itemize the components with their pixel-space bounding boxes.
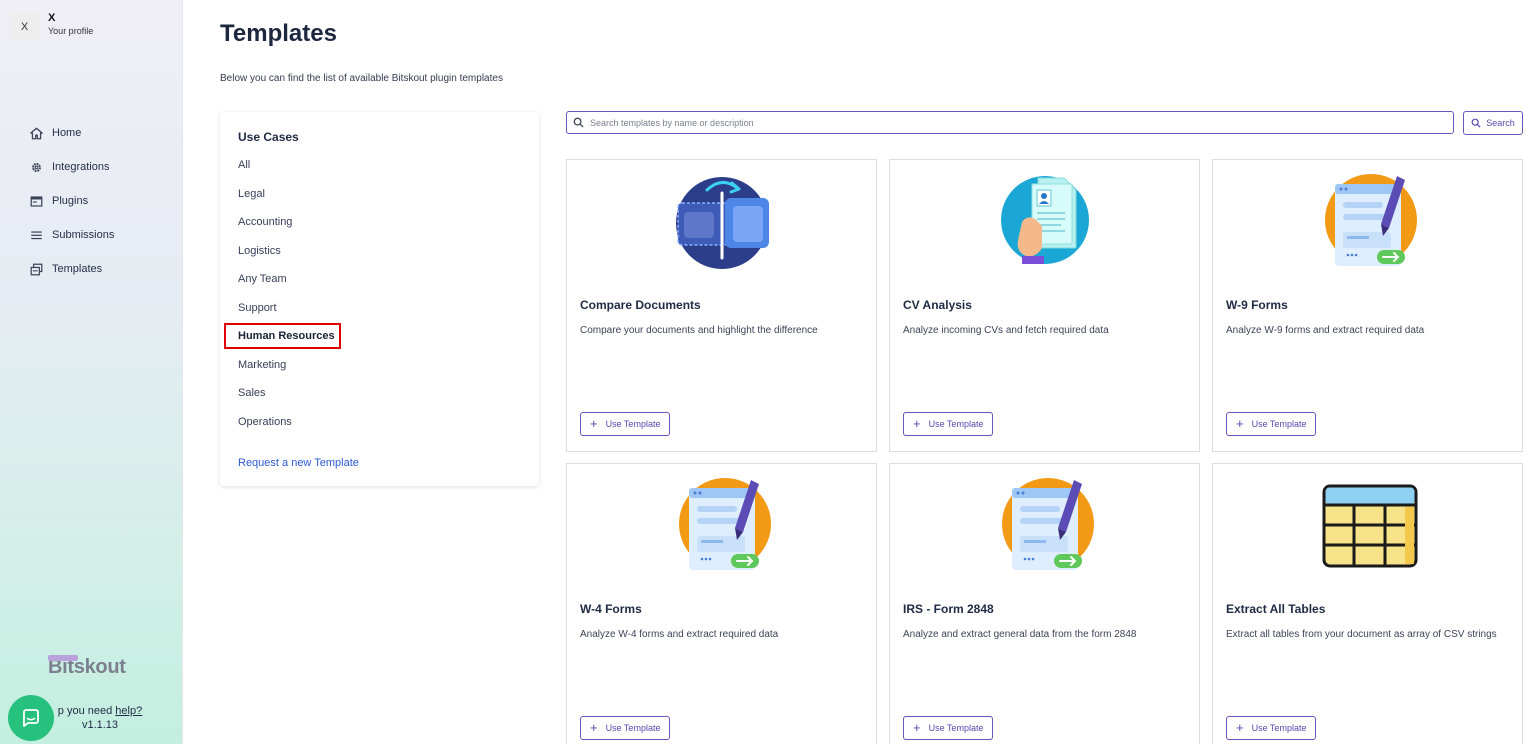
sidebar-item-label: Submissions bbox=[52, 229, 115, 241]
template-description: Compare your documents and highlight the… bbox=[580, 325, 818, 336]
help-link[interactable]: help? bbox=[115, 705, 142, 717]
sidebar-item-label: Home bbox=[52, 127, 82, 139]
search-button-label: Search bbox=[1486, 118, 1515, 128]
home-icon bbox=[29, 126, 43, 140]
use-template-label: Use Template bbox=[1251, 419, 1307, 429]
sidebar: X X Your profile Home Integrations Plugi… bbox=[0, 0, 183, 744]
template-description: Analyze and extract general data from th… bbox=[903, 629, 1137, 640]
profile[interactable]: X X Your profile bbox=[10, 12, 93, 41]
plus-icon: + bbox=[913, 416, 921, 431]
use-case-marketing[interactable]: Marketing bbox=[238, 351, 335, 380]
search-icon bbox=[573, 117, 584, 128]
use-cases-panel: Use Cases All Legal Accounting Logistics… bbox=[220, 112, 539, 486]
plus-icon: + bbox=[1236, 416, 1244, 431]
use-template-button[interactable]: + Use Template bbox=[1226, 412, 1317, 436]
sidebar-item-templates[interactable]: Templates bbox=[29, 252, 114, 286]
sidebar-item-integrations[interactable]: Integrations bbox=[29, 150, 114, 184]
template-description: Analyze incoming CVs and fetch required … bbox=[903, 325, 1109, 336]
plus-icon: + bbox=[590, 416, 598, 431]
help-text: p you need bbox=[57, 705, 116, 717]
use-template-label: Use Template bbox=[605, 419, 661, 429]
template-card-w4-forms: W-4 Forms Analyze W-4 forms and extract … bbox=[566, 463, 877, 744]
sidebar-nav: Home Integrations Plugins Submissions Te… bbox=[29, 116, 114, 286]
use-case-accounting[interactable]: Accounting bbox=[238, 208, 335, 237]
help-area: p you need help? v1.1.13 bbox=[40, 704, 160, 732]
form-pen-icon bbox=[1325, 174, 1417, 266]
use-template-label: Use Template bbox=[928, 419, 984, 429]
version-label: v1.1.13 bbox=[81, 719, 119, 731]
use-cases-title: Use Cases bbox=[238, 130, 299, 144]
gear-icon bbox=[29, 160, 43, 174]
template-card-cv-analysis: CV Analysis Analyze incoming CVs and fet… bbox=[889, 159, 1200, 452]
sidebar-item-label: Plugins bbox=[52, 195, 89, 207]
template-title: IRS - Form 2848 bbox=[903, 602, 994, 616]
search-icon bbox=[1471, 118, 1481, 128]
use-template-label: Use Template bbox=[928, 723, 984, 733]
window-icon bbox=[29, 194, 43, 208]
template-card-compare-documents: Compare Documents Compare your documents… bbox=[566, 159, 877, 452]
use-template-button[interactable]: + Use Template bbox=[1226, 716, 1317, 740]
template-card-extract-all-tables: Extract All Tables Extract all tables fr… bbox=[1212, 463, 1523, 744]
use-template-button[interactable]: + Use Template bbox=[580, 412, 671, 436]
use-template-button[interactable]: + Use Template bbox=[580, 716, 671, 740]
template-description: Analyze W-9 forms and extract required d… bbox=[1226, 325, 1425, 336]
compare-documents-icon bbox=[676, 177, 769, 269]
use-template-button[interactable]: + Use Template bbox=[903, 716, 994, 740]
template-title: W-4 Forms bbox=[580, 602, 642, 616]
profile-name: X bbox=[48, 12, 56, 24]
template-title: W-9 Forms bbox=[1226, 298, 1288, 312]
plus-icon: + bbox=[590, 720, 598, 735]
form-pen-icon bbox=[1002, 478, 1094, 570]
use-template-button[interactable]: + Use Template bbox=[903, 412, 994, 436]
use-case-all[interactable]: All bbox=[238, 151, 335, 180]
sidebar-item-label: Templates bbox=[52, 263, 103, 275]
list-icon bbox=[29, 228, 43, 242]
logo-mark bbox=[48, 655, 78, 661]
cv-analysis-icon bbox=[1001, 176, 1089, 264]
use-case-any-team[interactable]: Any Team bbox=[238, 265, 335, 294]
use-case-legal[interactable]: Legal bbox=[238, 180, 335, 209]
template-description: Extract all tables from your document as… bbox=[1226, 629, 1497, 640]
sidebar-item-submissions[interactable]: Submissions bbox=[29, 218, 114, 252]
form-pen-icon bbox=[679, 478, 771, 570]
template-card-w9-forms: W-9 Forms Analyze W-9 forms and extract … bbox=[1212, 159, 1523, 452]
template-title: Compare Documents bbox=[580, 298, 701, 312]
plus-icon: + bbox=[913, 720, 921, 735]
template-card-irs-form-2848: IRS - Form 2848 Analyze and extract gene… bbox=[889, 463, 1200, 744]
search-button[interactable]: Search bbox=[1463, 111, 1523, 135]
use-cases-list: All Legal Accounting Logistics Any Team … bbox=[238, 151, 335, 436]
chat-launcher-button[interactable] bbox=[8, 695, 54, 741]
use-case-sales[interactable]: Sales bbox=[238, 379, 335, 408]
selection-highlight-box bbox=[224, 323, 341, 349]
table-icon bbox=[1322, 484, 1418, 568]
use-template-label: Use Template bbox=[605, 723, 661, 733]
templates-icon bbox=[29, 262, 43, 276]
use-case-support[interactable]: Support bbox=[238, 294, 335, 323]
template-title: Extract All Tables bbox=[1226, 602, 1326, 616]
page-subtitle: Below you can find the list of available… bbox=[220, 73, 503, 84]
chat-icon bbox=[23, 709, 39, 727]
plus-icon: + bbox=[1236, 720, 1244, 735]
template-title: CV Analysis bbox=[903, 298, 972, 312]
sidebar-item-plugins[interactable]: Plugins bbox=[29, 184, 114, 218]
sidebar-item-home[interactable]: Home bbox=[29, 116, 114, 150]
template-description: Analyze W-4 forms and extract required d… bbox=[580, 629, 779, 640]
use-template-label: Use Template bbox=[1251, 723, 1307, 733]
use-case-operations[interactable]: Operations bbox=[238, 408, 335, 437]
sidebar-item-label: Integrations bbox=[52, 161, 110, 173]
search-field[interactable] bbox=[566, 111, 1454, 134]
use-case-logistics[interactable]: Logistics bbox=[238, 237, 335, 266]
bitskout-logo: Bitskout bbox=[48, 655, 126, 679]
request-template-link[interactable]: Request a new Template bbox=[238, 457, 359, 469]
avatar[interactable]: X bbox=[10, 12, 39, 41]
page-title: Templates bbox=[220, 20, 337, 47]
profile-subtitle[interactable]: Your profile bbox=[48, 25, 93, 37]
search-input[interactable] bbox=[590, 117, 1440, 128]
